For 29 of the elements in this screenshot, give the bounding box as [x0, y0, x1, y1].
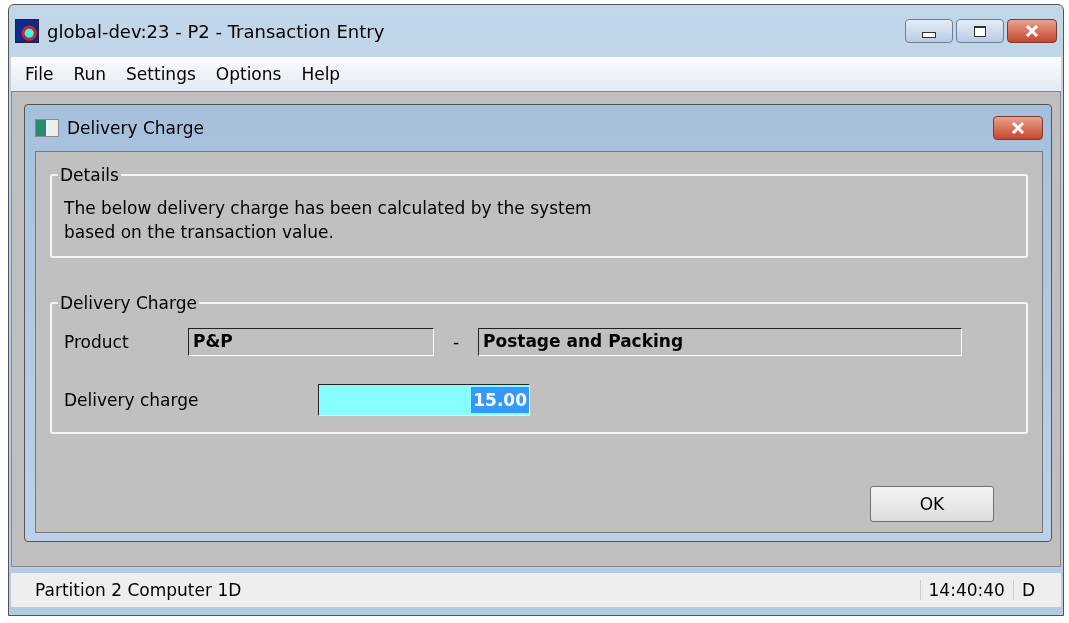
field-label: Delivery charge	[64, 390, 200, 410]
dialog-icon	[35, 119, 59, 137]
field-label: Product	[64, 332, 130, 352]
window-title: global-dev:23 - P2 - Transaction Entry	[47, 20, 386, 42]
product-name-field: Postage and Packing	[478, 328, 962, 356]
menu-item[interactable]: Settings	[116, 64, 206, 84]
close-button[interactable]	[993, 116, 1043, 140]
maximize-icon	[974, 25, 986, 37]
ok-button[interactable]: OK	[870, 486, 994, 522]
menu-item[interactable]: Options	[205, 64, 292, 84]
minimize-icon	[922, 32, 936, 38]
close-icon	[1025, 25, 1039, 37]
minimize-button[interactable]	[905, 19, 953, 43]
separator-text: -	[451, 332, 461, 352]
status-mode: D	[1012, 580, 1061, 600]
menu-item[interactable]: Run	[63, 64, 117, 84]
status-text: Partition 2 Computer 1D	[34, 580, 242, 600]
maximize-button[interactable]	[956, 19, 1004, 43]
menu-item[interactable]: File	[15, 64, 64, 84]
selected-text: 15.00	[471, 387, 529, 413]
group-heading: Delivery Charge	[58, 293, 199, 313]
details-text: The below delivery charge has been calculated by the system based on the transaction value.	[64, 197, 593, 244]
menu-item[interactable]: Help	[291, 64, 351, 84]
close-icon	[1011, 122, 1025, 134]
product-code-field: P&P	[188, 328, 434, 356]
app-icon	[15, 19, 39, 43]
status-time: 14:40:40	[919, 580, 1013, 600]
close-button[interactable]	[1007, 19, 1057, 43]
dialog-title: Delivery Charge	[67, 118, 205, 138]
